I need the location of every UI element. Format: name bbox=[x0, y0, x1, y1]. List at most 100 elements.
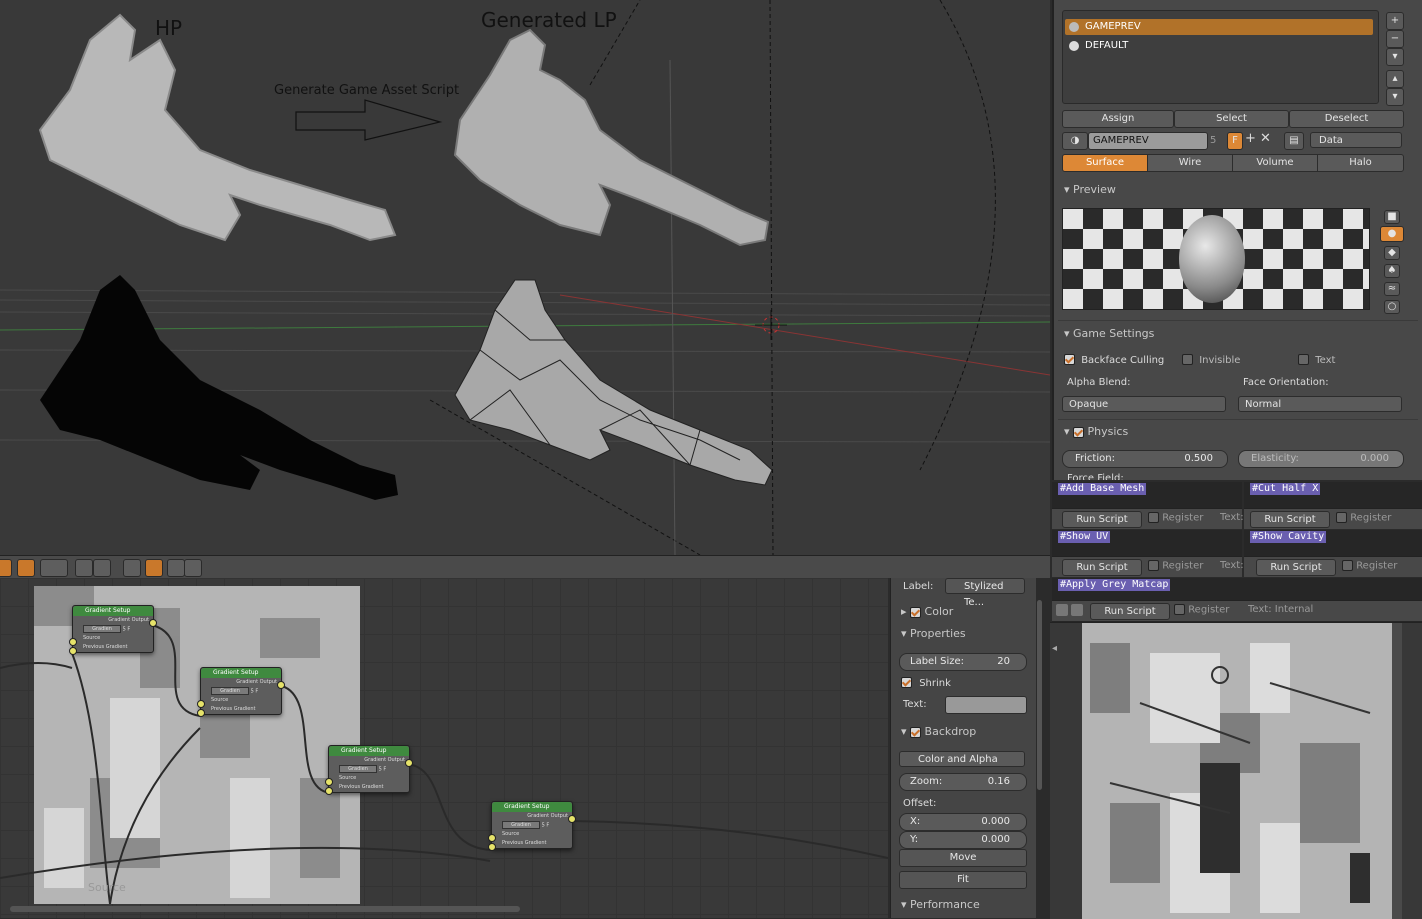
node-gradient-field[interactable]: Gradien bbox=[502, 821, 540, 829]
node-gradient-field[interactable]: Gradien bbox=[83, 625, 121, 633]
friction-field[interactable]: Friction: 0.500 bbox=[1062, 450, 1228, 468]
node-fake-user[interactable]: F bbox=[127, 627, 130, 633]
move-up-button[interactable]: ▴ bbox=[1386, 70, 1404, 88]
physics-panel-header[interactable]: ▾ Physics bbox=[1064, 425, 1128, 438]
gradient-setup-node[interactable]: Gradient Setup Gradient Output Gradien 5… bbox=[325, 745, 413, 795]
backface-culling-checkbox[interactable]: Backface Culling bbox=[1064, 354, 1164, 366]
register-checkbox[interactable]: Register bbox=[1336, 512, 1391, 524]
source-socket[interactable] bbox=[325, 778, 333, 786]
deselect-button[interactable]: Deselect bbox=[1289, 110, 1404, 128]
label-size-field[interactable]: Label Size: 20 bbox=[899, 653, 1027, 671]
script-code[interactable]: #Apply Grey Matcap bbox=[1058, 579, 1171, 591]
text-field[interactable] bbox=[945, 696, 1027, 714]
slot-menu-button[interactable]: ▾ bbox=[1386, 48, 1404, 66]
preview-panel-header[interactable]: ▾ Preview bbox=[1064, 183, 1116, 196]
snap-button[interactable] bbox=[123, 559, 141, 577]
move-button[interactable]: Move bbox=[899, 849, 1027, 867]
layers-button[interactable] bbox=[93, 559, 111, 577]
manipulator-button[interactable] bbox=[75, 559, 93, 577]
preview-sky-icon[interactable]: ○ bbox=[1384, 300, 1400, 314]
assign-button[interactable]: Assign bbox=[1062, 110, 1174, 128]
node-gradient-field[interactable]: Gradien bbox=[211, 687, 249, 695]
material-slot-default[interactable]: DEFAULT bbox=[1065, 38, 1373, 54]
script-code[interactable]: #Show UV bbox=[1058, 531, 1111, 543]
gradient-setup-node[interactable]: Gradient Setup Gradient Output Gradien 5… bbox=[69, 605, 157, 655]
new-material-icon[interactable]: + bbox=[1245, 131, 1256, 146]
material-slot-list[interactable]: GAMEPREV DEFAULT bbox=[1062, 10, 1379, 104]
backdrop-mode-dropdown[interactable]: Color and Alpha bbox=[899, 751, 1025, 767]
script-editor-show-uv[interactable]: #Show UV Run Script Register Text: bbox=[1052, 530, 1244, 577]
run-script-button[interactable]: Run Script bbox=[1090, 603, 1170, 620]
source-node-label[interactable]: Source bbox=[88, 881, 126, 894]
previous-socket[interactable] bbox=[197, 709, 205, 717]
material-name-field[interactable]: GAMEPREV bbox=[1088, 132, 1208, 150]
text-editor-icon[interactable] bbox=[1056, 604, 1068, 616]
offset-y-field[interactable]: Y: 0.000 bbox=[899, 831, 1027, 849]
preview-cube-icon[interactable]: ◆ bbox=[1384, 246, 1400, 260]
elasticity-field[interactable]: Elasticity: 0.000 bbox=[1238, 450, 1404, 468]
color-panel-header[interactable]: ▸ Color bbox=[901, 605, 953, 618]
link-toggle-button[interactable]: ▤ bbox=[1284, 132, 1304, 150]
horizontal-scrollbar[interactable] bbox=[10, 906, 520, 912]
node-editor[interactable]: Gradient Setup Gradient Output Gradien 5… bbox=[0, 578, 888, 918]
text-datablock-icon[interactable] bbox=[1071, 604, 1083, 616]
preview-hair-icon[interactable]: ≈ bbox=[1384, 282, 1400, 296]
register-checkbox[interactable]: Register bbox=[1148, 512, 1203, 524]
previous-socket[interactable] bbox=[325, 787, 333, 795]
move-down-button[interactable]: ▾ bbox=[1386, 88, 1404, 106]
performance-panel-header[interactable]: ▾ Performance bbox=[901, 898, 980, 911]
preview-monkey-icon[interactable]: ♠ bbox=[1384, 264, 1400, 278]
tab-surface[interactable]: Surface bbox=[1062, 154, 1148, 172]
run-script-button[interactable]: Run Script bbox=[1062, 559, 1142, 576]
node-fake-user[interactable]: F bbox=[546, 823, 549, 829]
uv-image-viewer[interactable]: ◂ bbox=[1050, 622, 1422, 919]
face-orientation-dropdown[interactable]: Normal bbox=[1238, 396, 1402, 412]
source-socket[interactable] bbox=[69, 638, 77, 646]
output-socket[interactable] bbox=[405, 759, 413, 767]
register-checkbox[interactable]: Register bbox=[1342, 560, 1397, 572]
node-fake-user[interactable]: F bbox=[255, 689, 258, 695]
gradient-setup-node[interactable]: Gradient Setup Gradient Output Gradien 5… bbox=[488, 801, 576, 851]
remove-slot-button[interactable]: − bbox=[1386, 30, 1404, 48]
object-mode-button[interactable] bbox=[0, 559, 12, 577]
register-checkbox[interactable]: Register bbox=[1148, 560, 1203, 572]
3d-viewport[interactable]: HP Generated LP Generate Game Asset Scri… bbox=[0, 0, 1050, 555]
tab-wire[interactable]: Wire bbox=[1147, 154, 1233, 172]
output-socket[interactable] bbox=[149, 619, 157, 627]
preview-sphere-icon[interactable]: ● bbox=[1380, 226, 1404, 242]
shading-button[interactable] bbox=[40, 559, 68, 577]
material-browse-button[interactable]: ◑ bbox=[1062, 132, 1088, 150]
shrink-checkbox[interactable]: Shrink bbox=[901, 677, 951, 689]
offset-x-field[interactable]: X: 0.000 bbox=[899, 813, 1027, 831]
source-socket[interactable] bbox=[488, 834, 496, 842]
script-editor-apply-grey-matcap[interactable]: #Apply Grey Matcap Run Script Register T… bbox=[1052, 578, 1422, 622]
material-slot-gameprev[interactable]: GAMEPREV bbox=[1065, 19, 1373, 35]
fit-button[interactable]: Fit bbox=[899, 871, 1027, 889]
proportional-button[interactable] bbox=[145, 559, 163, 577]
node-gradient-field[interactable]: Gradien bbox=[339, 765, 377, 773]
tab-volume[interactable]: Volume bbox=[1232, 154, 1318, 172]
script-editor-cut-half-x[interactable]: #Cut Half X Run Script Register bbox=[1244, 482, 1422, 529]
camera-icon[interactable] bbox=[167, 559, 185, 577]
previous-socket[interactable] bbox=[488, 843, 496, 851]
backdrop-panel-header[interactable]: ▾ Backdrop bbox=[901, 725, 976, 738]
gradient-setup-node[interactable]: Gradient Setup Gradient Output Gradien 5… bbox=[197, 667, 285, 717]
script-code[interactable]: #Show Cavity bbox=[1250, 531, 1327, 543]
run-script-button[interactable]: Run Script bbox=[1062, 511, 1142, 528]
game-settings-panel-header[interactable]: ▾ Game Settings bbox=[1064, 327, 1154, 340]
pivot-button[interactable] bbox=[17, 559, 35, 577]
run-script-button[interactable]: Run Script bbox=[1250, 511, 1330, 528]
run-script-button[interactable]: Run Script bbox=[1256, 559, 1336, 576]
fake-user-button[interactable]: F bbox=[1227, 132, 1243, 150]
text-checkbox[interactable]: Text bbox=[1298, 354, 1335, 366]
source-socket[interactable] bbox=[197, 700, 205, 708]
alpha-blend-dropdown[interactable]: Opaque bbox=[1062, 396, 1226, 412]
link-mode-dropdown[interactable]: Data bbox=[1310, 132, 1402, 148]
unlink-icon[interactable]: ✕ bbox=[1260, 131, 1271, 146]
add-slot-button[interactable]: + bbox=[1386, 12, 1404, 30]
label-field[interactable]: Stylized Te... bbox=[945, 578, 1025, 608]
preview-flat-icon[interactable]: ■ bbox=[1384, 210, 1400, 224]
output-socket[interactable] bbox=[277, 681, 285, 689]
properties-panel-header[interactable]: ▾ Properties bbox=[901, 627, 966, 640]
tab-halo[interactable]: Halo bbox=[1317, 154, 1404, 172]
